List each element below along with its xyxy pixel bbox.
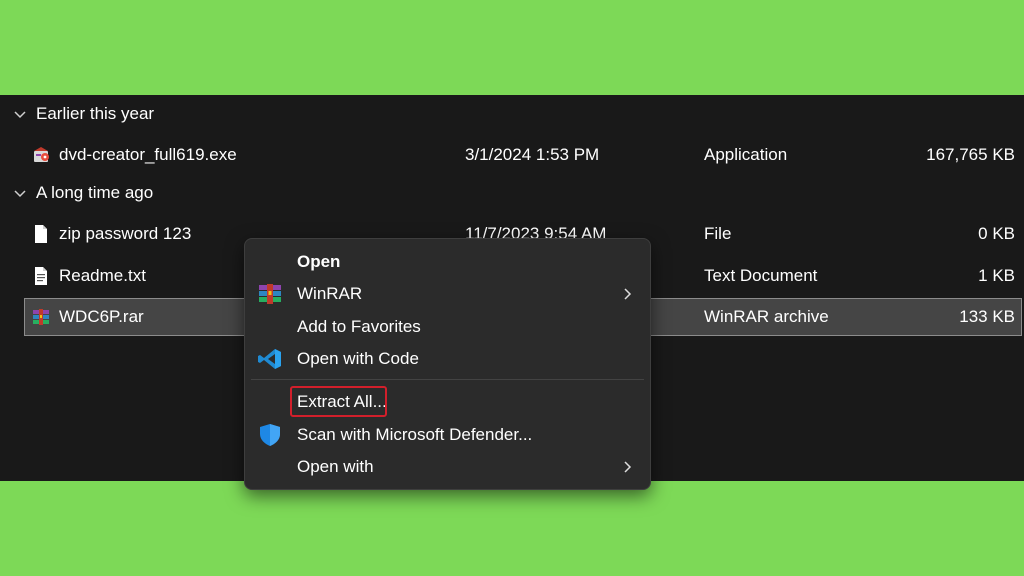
menu-item-scan-with-defender[interactable]: Scan with Microsoft Defender... bbox=[245, 419, 650, 451]
menu-item-add-to-favorites[interactable]: Add to Favorites bbox=[245, 311, 650, 343]
file-size: 167,765 KB bbox=[926, 145, 1015, 164]
menu-item-label: Open bbox=[297, 252, 341, 271]
context-menu: Open WinRAR Add to Favorites Open with C… bbox=[244, 238, 651, 490]
menu-item-label: WinRAR bbox=[297, 284, 363, 303]
file-size: 1 KB bbox=[978, 266, 1015, 285]
file-name: dvd-creator_full619.exe bbox=[59, 145, 237, 164]
chevron-down-icon bbox=[14, 190, 26, 198]
file-type: WinRAR archive bbox=[704, 307, 829, 326]
menu-item-open-with-code[interactable]: Open with Code bbox=[245, 343, 650, 375]
file-size: 133 KB bbox=[959, 307, 1015, 326]
vscode-icon bbox=[258, 349, 281, 369]
file-type: File bbox=[704, 224, 732, 243]
menu-item-label: Open with Code bbox=[297, 349, 419, 368]
menu-separator bbox=[251, 379, 644, 380]
group-label: A long time ago bbox=[36, 183, 154, 202]
group-header-earlier-this-year[interactable]: Earlier this year bbox=[12, 99, 154, 129]
menu-item-winrar[interactable]: WinRAR bbox=[245, 278, 650, 310]
file-row-dvd-creator[interactable]: dvd-creator_full619.exe 3/1/2024 1:53 PM… bbox=[24, 136, 1022, 174]
winrar-icon bbox=[259, 284, 281, 304]
group-label: Earlier this year bbox=[36, 104, 155, 123]
chevron-right-icon bbox=[624, 288, 632, 300]
menu-item-label: Add to Favorites bbox=[297, 317, 421, 336]
text-file-icon bbox=[35, 267, 47, 285]
menu-item-open-with[interactable]: Open with bbox=[245, 451, 650, 483]
menu-item-label: Open with bbox=[297, 457, 374, 476]
extract-all-highlight-box bbox=[290, 386, 387, 417]
menu-item-label: Scan with Microsoft Defender... bbox=[297, 425, 533, 444]
menu-item-open[interactable]: Open bbox=[245, 246, 650, 278]
file-size: 0 KB bbox=[978, 224, 1015, 243]
winrar-archive-icon bbox=[33, 309, 49, 325]
file-name: Readme.txt bbox=[59, 266, 146, 285]
file-type: Application bbox=[704, 145, 788, 164]
defender-shield-icon bbox=[260, 424, 280, 446]
chevron-down-icon bbox=[14, 111, 26, 119]
file-type: Text Document bbox=[704, 266, 818, 285]
file-date: 3/1/2024 1:53 PM bbox=[465, 145, 600, 164]
chevron-right-icon bbox=[624, 461, 632, 473]
group-header-a-long-time-ago[interactable]: A long time ago bbox=[12, 178, 153, 208]
installer-icon bbox=[34, 147, 49, 162]
file-name: zip password 123 bbox=[59, 224, 192, 243]
file-name: WDC6P.rar bbox=[59, 307, 144, 326]
blank-file-icon bbox=[35, 225, 47, 243]
